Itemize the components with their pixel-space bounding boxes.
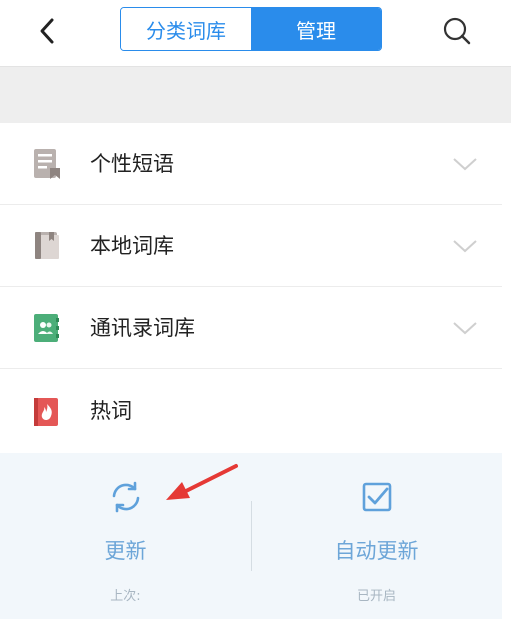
segmented-control: 分类词库 管理 (120, 7, 382, 51)
list-item-label: 通讯录词库 (90, 316, 195, 340)
back-arrow-icon[interactable] (30, 14, 64, 48)
red-arrow-icon (166, 464, 238, 500)
action-panel: 更新 上次: 自动更新 已开启 (0, 453, 502, 619)
contacts-book-icon (34, 314, 59, 342)
section-spacer (0, 67, 511, 123)
chevron-down-icon (453, 240, 477, 253)
tab-manage[interactable]: 管理 (251, 8, 381, 50)
list-item-label: 个性短语 (90, 152, 174, 176)
top-bar: 分类词库 管理 (0, 0, 511, 67)
list-item-label: 本地词库 (90, 234, 174, 258)
auto-update-button[interactable]: 自动更新 已开启 (251, 453, 502, 619)
list-item-local-library[interactable]: 本地词库 (0, 205, 502, 287)
last-update-text: 上次: (110, 589, 141, 604)
bookmark-doc-icon (34, 149, 60, 179)
auto-update-label: 自动更新 (334, 539, 419, 563)
chevron-down-icon (453, 158, 477, 171)
refresh-icon (112, 481, 140, 513)
list-item-personal-phrases[interactable]: 个性短语 (0, 123, 502, 205)
list-item-contacts-library[interactable]: 通讯录词库 (0, 287, 502, 369)
auto-update-status: 已开启 (356, 589, 396, 604)
tab-category-library[interactable]: 分类词库 (121, 8, 251, 50)
list-item-label: 热词 (90, 399, 132, 423)
list-item-hot-words[interactable]: 热词 (0, 369, 502, 453)
chevron-down-icon (453, 322, 477, 335)
flame-book-icon (34, 398, 58, 426)
book-icon (35, 232, 59, 259)
update-label: 更新 (104, 539, 147, 563)
checkbox-checked-icon (362, 482, 392, 512)
search-icon[interactable] (440, 14, 474, 48)
